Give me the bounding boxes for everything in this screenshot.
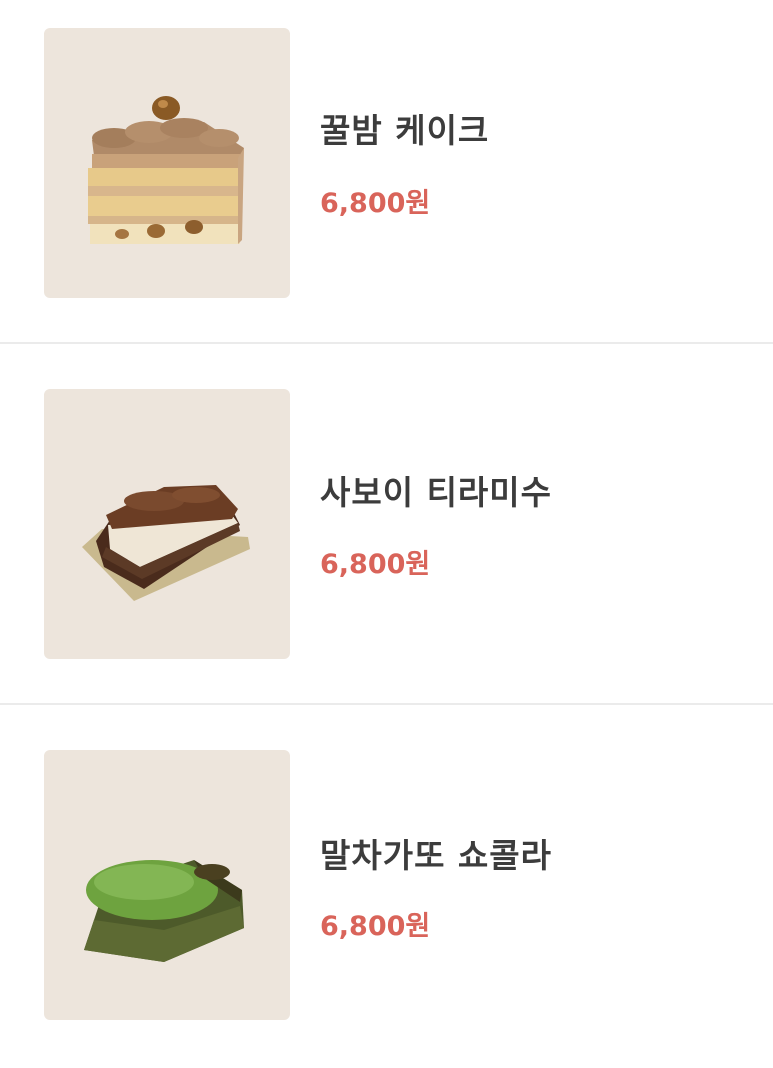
menu-item-matcha-chocolat[interactable]: 말차가또 쇼콜라 6,800원 (0, 705, 773, 1068)
item-price: 6,800원 (320, 549, 431, 580)
menu-item-tiramisu[interactable]: 사보이 티라미수 6,800원 (0, 343, 773, 685)
tiramisu-image[interactable] (44, 389, 290, 659)
item-name: 말차가또 쇼콜라 (320, 836, 553, 875)
menu-item-chestnut-cake[interactable]: 꿀밤 케이크 6,800원 (0, 0, 773, 342)
matcha-chocolat-cake-image[interactable] (44, 750, 290, 1020)
tiramisu-illustration (82, 485, 250, 601)
item-name: 사보이 티라미수 (320, 473, 553, 512)
menu-list: 꿀밤 케이크 6,800원 사보이 티라미수 6,800원 말차가또 쇼콜라 6… (0, 0, 773, 1068)
item-price: 6,800원 (320, 911, 431, 942)
item-price: 6,800원 (320, 188, 431, 219)
item-name: 꿀밤 케이크 (320, 111, 490, 150)
chestnut-cake-image[interactable] (44, 28, 290, 298)
matcha-chocolat-illustration (84, 860, 244, 962)
chestnut-cake-illustration (88, 96, 244, 244)
